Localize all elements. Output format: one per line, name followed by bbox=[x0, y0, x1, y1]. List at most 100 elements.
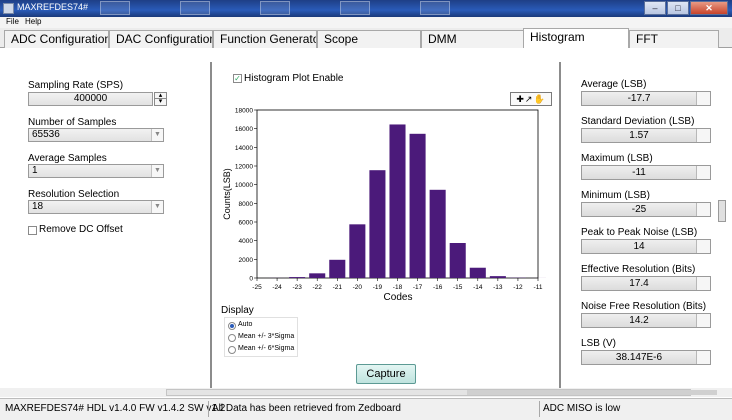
histogram-bar bbox=[449, 243, 466, 278]
x-tick-label: -14 bbox=[473, 284, 483, 291]
noise-free-resolution-field: 14.2 bbox=[581, 313, 711, 328]
tab-bar: ADC Configuration DAC Configuration Func… bbox=[0, 28, 732, 49]
radio-auto-label: Auto bbox=[238, 321, 253, 328]
maximum-value: -11 bbox=[632, 167, 646, 178]
avg-samples-label: Average Samples bbox=[28, 153, 107, 164]
x-tick-label: -20 bbox=[353, 284, 363, 291]
histogram-bar bbox=[469, 267, 486, 278]
histogram-bar bbox=[309, 273, 326, 278]
y-tick-label: 16000 bbox=[235, 126, 253, 133]
radio-auto[interactable] bbox=[228, 322, 236, 330]
histogram-chart: 0 2000 4000 6000 8000 10000 12000 14000 16000 180… bbox=[222, 108, 547, 303]
tab-dmm[interactable]: DMM bbox=[421, 30, 525, 48]
menu-file[interactable]: File bbox=[6, 17, 19, 26]
sampling-rate-input[interactable]: 400000 bbox=[28, 92, 153, 106]
effective-resolution-label: Effective Resolution (Bits) bbox=[581, 264, 696, 275]
num-samples-value: 65536 bbox=[32, 129, 60, 140]
menu-bar: File Help bbox=[0, 17, 732, 28]
histogram-bar bbox=[329, 259, 346, 278]
peak-to-peak-label: Peak to Peak Noise (LSB) bbox=[581, 227, 698, 238]
noise-free-resolution-value: 14.2 bbox=[629, 315, 649, 326]
resolution-label: Resolution Selection bbox=[28, 189, 120, 200]
menu-help[interactable]: Help bbox=[25, 17, 41, 26]
maximum-field: -11 bbox=[581, 165, 711, 180]
noise-free-resolution-label: Noise Free Resolution (Bits) bbox=[581, 301, 707, 312]
average-label: Average (LSB) bbox=[581, 79, 647, 90]
lsb-volts-label: LSB (V) bbox=[581, 338, 617, 349]
maximize-button[interactable]: □ bbox=[667, 1, 689, 15]
avg-samples-select[interactable]: 1 ▼ bbox=[28, 164, 164, 178]
chevron-down-icon[interactable]: ▼ bbox=[151, 129, 163, 141]
minimize-button[interactable]: – bbox=[644, 1, 666, 15]
vertical-scrollbar-thumb[interactable] bbox=[718, 200, 726, 222]
histogram-bar bbox=[409, 133, 426, 278]
display-label: Display bbox=[221, 305, 254, 316]
remove-dc-checkbox[interactable] bbox=[28, 226, 37, 235]
remove-dc-label: Remove DC Offset bbox=[39, 224, 123, 235]
histogram-bar bbox=[489, 276, 506, 278]
histogram-bar bbox=[429, 189, 446, 278]
stepper-down-icon[interactable]: ▾ bbox=[155, 98, 166, 105]
crosshair-icon[interactable]: ✚ bbox=[516, 94, 525, 104]
titlebar-decoration bbox=[420, 1, 450, 15]
sampling-rate-stepper[interactable]: ▴ ▾ bbox=[154, 92, 167, 106]
effective-resolution-field: 17.4 bbox=[581, 276, 711, 291]
effective-resolution-value: 17.4 bbox=[629, 278, 649, 289]
x-tick-label: -24 bbox=[272, 284, 282, 291]
status-message: All Data has been retrieved from Zedboar… bbox=[212, 403, 401, 414]
x-tick-label: -13 bbox=[493, 284, 503, 291]
titlebar-decoration bbox=[260, 1, 290, 15]
x-tick-label: -25 bbox=[252, 284, 262, 291]
tab-function-generator[interactable]: Function Generator bbox=[213, 30, 317, 48]
titlebar-decoration bbox=[340, 1, 370, 15]
chevron-down-icon[interactable]: ▼ bbox=[151, 165, 163, 177]
pan-hand-icon[interactable]: ✋ bbox=[533, 94, 545, 104]
radio-6-sigma[interactable] bbox=[228, 346, 236, 354]
y-axis-label: Counts(LSB) bbox=[222, 168, 232, 220]
x-tick-label: -15 bbox=[453, 284, 463, 291]
tab-scope[interactable]: Scope bbox=[317, 30, 421, 48]
tab-dac-configuration[interactable]: DAC Configuration bbox=[109, 30, 213, 48]
y-tick-label: 14000 bbox=[235, 145, 253, 152]
resolution-select[interactable]: 18 ▼ bbox=[28, 200, 164, 214]
resolution-value: 18 bbox=[32, 201, 44, 212]
y-tick-label: 0 bbox=[249, 276, 253, 283]
x-tick-label: -19 bbox=[373, 284, 383, 291]
x-tick-label: -11 bbox=[534, 284, 543, 291]
status-miso: ADC MISO is low bbox=[543, 403, 621, 414]
tab-adc-configuration[interactable]: ADC Configuration bbox=[4, 30, 109, 48]
radio-3-sigma-label: Mean +/- 3*Sigma bbox=[238, 333, 295, 340]
chevron-down-icon[interactable]: ▼ bbox=[151, 201, 163, 213]
std-dev-field: 1.57 bbox=[581, 128, 711, 143]
y-tick-label: 4000 bbox=[239, 238, 254, 245]
y-tick-label: 2000 bbox=[239, 257, 254, 264]
std-dev-label: Standard Deviation (LSB) bbox=[581, 116, 695, 127]
lsb-volts-value: 38.147E-6 bbox=[615, 352, 663, 363]
app-icon bbox=[3, 3, 14, 14]
histogram-enable-checkbox[interactable]: ✓ bbox=[233, 74, 242, 83]
average-field: -17.7 bbox=[581, 91, 711, 106]
x-tick-label: -17 bbox=[413, 284, 423, 291]
x-tick-label: -23 bbox=[292, 284, 302, 291]
maximum-label: Maximum (LSB) bbox=[581, 153, 653, 164]
peak-to-peak-value: 14 bbox=[633, 241, 645, 252]
horizontal-scrollbar-thumb[interactable] bbox=[467, 390, 717, 395]
radio-3-sigma[interactable] bbox=[228, 334, 236, 342]
x-axis-label: Codes bbox=[384, 292, 413, 303]
tab-fft[interactable]: FFT bbox=[629, 30, 719, 48]
minimum-field: -25 bbox=[581, 202, 711, 217]
capture-button[interactable]: Capture bbox=[356, 364, 416, 384]
horizontal-scrollbar[interactable] bbox=[0, 388, 732, 397]
window-title: MAXREFDES74# bbox=[17, 2, 89, 12]
num-samples-label: Number of Samples bbox=[28, 117, 117, 128]
x-tick-label: -21 bbox=[333, 284, 343, 291]
y-tick-label: 6000 bbox=[239, 220, 254, 227]
tab-histogram[interactable]: Histogram bbox=[523, 28, 629, 49]
histogram-enable-label: Histogram Plot Enable bbox=[244, 73, 344, 84]
average-value: -17.7 bbox=[627, 93, 651, 104]
num-samples-select[interactable]: 65536 ▼ bbox=[28, 128, 164, 142]
close-button[interactable]: ✕ bbox=[690, 1, 728, 15]
x-tick-label: -16 bbox=[433, 284, 443, 291]
peak-to-peak-field: 14 bbox=[581, 239, 711, 254]
avg-samples-value: 1 bbox=[32, 165, 38, 176]
